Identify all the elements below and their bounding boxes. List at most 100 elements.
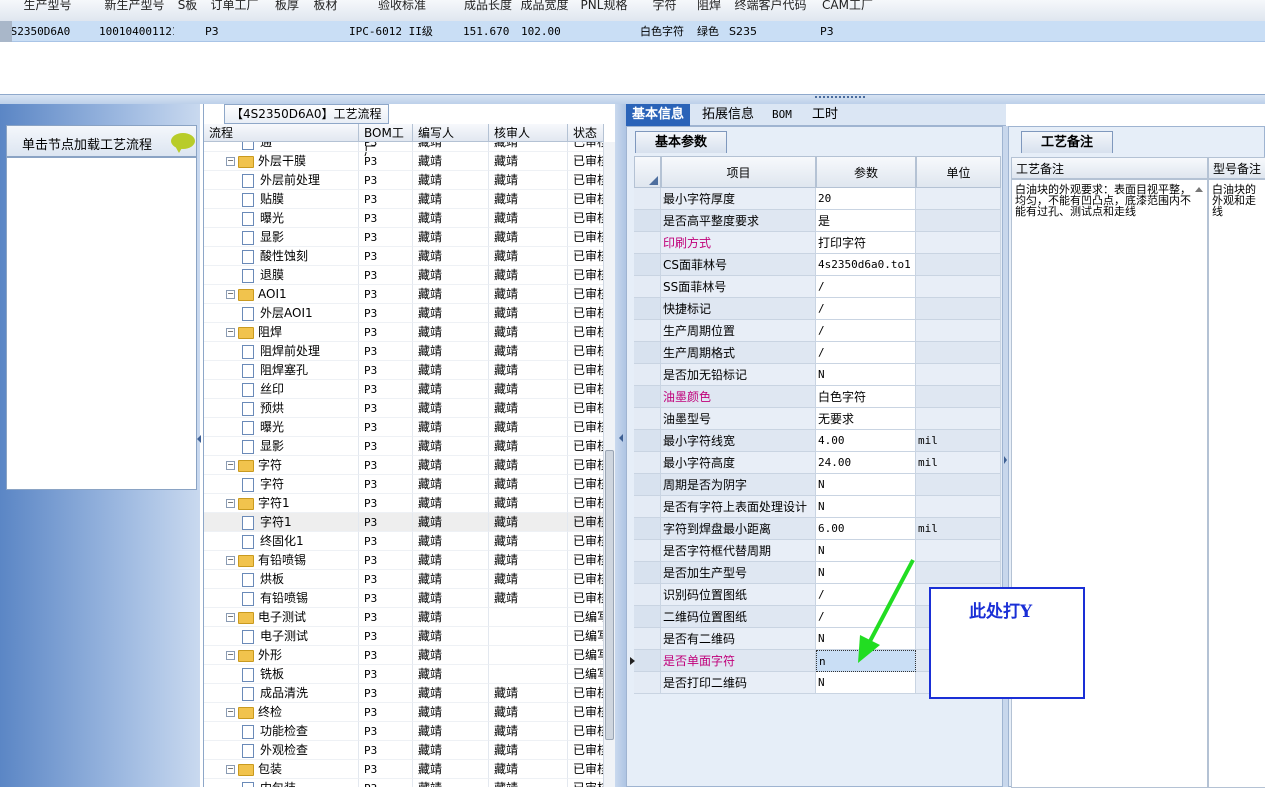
param-row-selector[interactable] (634, 408, 661, 430)
param-row-selector[interactable] (634, 672, 661, 694)
param-row-selector[interactable] (634, 474, 661, 496)
tree-row[interactable]: 显影P3藏靖藏靖已审核 (204, 228, 604, 247)
tree-row[interactable]: 成品清洗P3藏靖藏靖已审核 (204, 684, 604, 703)
param-value-input[interactable]: N (816, 672, 916, 694)
tree-row[interactable]: 外层前处理P3藏靖藏靖已审核 (204, 171, 604, 190)
tree-row[interactable]: 字符P3藏靖藏靖已审核 (204, 475, 604, 494)
tree-row[interactable]: −阻焊P3藏靖藏靖已审核 (204, 323, 604, 342)
tree-row[interactable]: 显影P3藏靖藏靖已审核 (204, 437, 604, 456)
param-row[interactable]: 快捷标记 / (634, 298, 1001, 320)
param-value-input[interactable]: 白色字符 (816, 386, 916, 408)
param-row[interactable]: 周期是否为阴字 N (634, 474, 1001, 496)
tree-row[interactable]: 阻焊塞孔P3藏靖藏靖已审核 (204, 361, 604, 380)
param-row[interactable]: 生产周期位置 / (634, 320, 1001, 342)
tree-row[interactable]: −有铅喷锡P3藏靖藏靖已审核 (204, 551, 604, 570)
param-value-input[interactable]: 6.00 (816, 518, 916, 540)
tree-row[interactable]: 字符1P3藏靖藏靖已审核 (204, 513, 604, 532)
tree-col-header[interactable]: 编写人 (413, 124, 489, 142)
param-row-selector[interactable] (634, 452, 661, 474)
collapse-icon[interactable]: − (226, 328, 235, 337)
tree-row[interactable]: 阻焊前处理P3藏靖藏靖已审核 (204, 342, 604, 361)
tree-row[interactable]: −外层干膜P3藏靖藏靖已审核 (204, 152, 604, 171)
tree-row[interactable]: 烘板P3藏靖藏靖已审核 (204, 570, 604, 589)
order-grid-row[interactable]: 4S2350D6A0 10010400112112 P3 IPC-6012 II级 15… (0, 21, 1265, 42)
param-row[interactable]: 字符到焊盘最小距离 6.00 mil (634, 518, 1001, 540)
splitter-arrow-icon[interactable] (1004, 456, 1007, 464)
remarks-tab[interactable]: 工艺备注 (1021, 131, 1113, 153)
order-col-header[interactable]: 终端客户代码 (725, 0, 817, 22)
order-col-header[interactable]: 订单工厂 (201, 0, 269, 22)
tree-row[interactable]: 铣板 P3藏靖 已编写 (204, 665, 604, 684)
tree-row[interactable]: 电子测试 P3藏靖 已编写 (204, 627, 604, 646)
model-remark-textarea[interactable]: 白油块的外观和走线 (1208, 179, 1265, 788)
tree-row[interactable]: 曝光P3藏靖藏靖已审核 (204, 418, 604, 437)
param-row[interactable]: 生产周期格式 / (634, 342, 1001, 364)
param-value-input[interactable]: N (816, 474, 916, 496)
param-row[interactable]: 印刷方式 打印字符 (634, 232, 1001, 254)
order-col-header[interactable]: 板厚 (268, 0, 307, 22)
tree-row[interactable]: 通P3藏靖藏靖已审核 (204, 142, 604, 152)
splitter-arrow-icon[interactable] (197, 435, 201, 443)
param-value-input[interactable]: N (816, 364, 916, 386)
splitter-grip[interactable] (815, 96, 865, 100)
param-row[interactable]: 最小字符线宽 4.00 mil (634, 430, 1001, 452)
param-row-selector[interactable] (634, 254, 661, 276)
tree-row[interactable]: 内包装P3藏靖藏靖已审核 (204, 779, 604, 787)
param-row-selector[interactable] (634, 386, 661, 408)
param-row-selector[interactable] (634, 276, 661, 298)
param-value-input[interactable]: 4.00 (816, 430, 916, 452)
param-row-selector[interactable] (634, 562, 661, 584)
tree-row[interactable]: 有铅喷锡P3藏靖藏靖已审核 (204, 589, 604, 608)
collapse-icon[interactable]: − (226, 461, 235, 470)
row-selector[interactable] (0, 21, 12, 42)
collapse-icon[interactable]: − (226, 708, 235, 717)
param-row-selector[interactable] (634, 540, 661, 562)
param-row[interactable]: 是否加生产型号 N (634, 562, 1001, 584)
collapse-icon[interactable]: − (226, 556, 235, 565)
tree-row[interactable]: − 电子测试 P3藏靖 已编写 (204, 608, 604, 627)
collapse-icon[interactable]: − (226, 499, 235, 508)
param-value-input[interactable]: / (816, 276, 916, 298)
tree-row[interactable]: 酸性蚀刻P3藏靖藏靖已审核 (204, 247, 604, 266)
order-col-header[interactable]: 验收标准 (345, 0, 460, 22)
param-row-selector[interactable] (634, 188, 661, 210)
order-col-header[interactable]: 字符 (636, 0, 694, 22)
param-row-selector[interactable] (634, 232, 661, 254)
collapse-icon[interactable]: − (226, 651, 235, 660)
param-row[interactable]: 是否高平整度要求是 (634, 210, 1001, 232)
param-row-selector[interactable] (634, 606, 661, 628)
param-row[interactable]: 油墨颜色 白色字符 (634, 386, 1001, 408)
order-col-header[interactable]: PNL规格 (572, 0, 637, 22)
tab-basic-info[interactable]: 基本信息 (626, 104, 691, 126)
param-row[interactable]: 是否有字符上表面处理设计 N (634, 496, 1001, 518)
tree-row[interactable]: 终固化1P3藏靖藏靖已审核 (204, 532, 604, 551)
order-col-header[interactable]: 板材 (306, 0, 346, 22)
param-row-selector[interactable] (634, 298, 661, 320)
params-col-header[interactable]: 单位 (916, 156, 1001, 188)
tree-col-header[interactable]: 核审人 (489, 124, 568, 142)
tab-bom[interactable]: BOM (766, 104, 798, 126)
tree-row[interactable]: 功能检查P3藏靖藏靖已审核 (204, 722, 604, 741)
tree-row[interactable]: 曝光P3藏靖藏靖已审核 (204, 209, 604, 228)
tree-row[interactable]: 贴膜P3藏靖藏靖已审核 (204, 190, 604, 209)
params-col-header[interactable]: 项目 (661, 156, 816, 188)
order-col-header[interactable]: 成品宽度 (517, 0, 573, 22)
param-row[interactable]: 最小字符高度 24.00 mil (634, 452, 1001, 474)
param-value-input[interactable]: / (816, 298, 916, 320)
param-row-selector[interactable] (634, 584, 661, 606)
param-value-input[interactable]: / (816, 320, 916, 342)
tree-row[interactable]: 预烘P3藏靖藏靖已审核 (204, 399, 604, 418)
order-col-header[interactable]: 新生产型号 (95, 0, 175, 22)
param-row-selector[interactable] (634, 430, 661, 452)
tree-col-header[interactable]: 状态 (568, 124, 604, 142)
param-value-input[interactable]: 20 (816, 188, 916, 210)
param-row-selector[interactable] (634, 518, 661, 540)
param-row-selector[interactable] (634, 342, 661, 364)
tree-row[interactable]: −字符P3藏靖藏靖已审核 (204, 456, 604, 475)
basic-params-tab[interactable]: 基本参数 (635, 131, 727, 153)
param-value-input[interactable]: 打印字符 (816, 232, 916, 254)
param-value-input[interactable]: 无要求 (816, 408, 916, 430)
param-row[interactable]: 是否加无铅标记 N (634, 364, 1001, 386)
param-row-selector[interactable] (634, 320, 661, 342)
collapse-icon[interactable]: − (226, 613, 235, 622)
